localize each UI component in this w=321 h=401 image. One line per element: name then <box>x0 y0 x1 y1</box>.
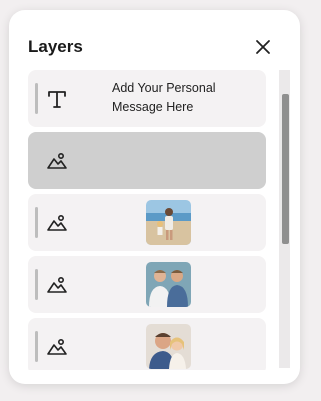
layer-row-image[interactable] <box>28 194 266 251</box>
text-icon <box>48 91 66 108</box>
father-daughter-photo-thumbnail <box>146 324 191 369</box>
layer-row-image-selected[interactable] <box>28 132 266 189</box>
layers-panel: Layers Add Your Personal Message Here <box>9 10 300 384</box>
layer-row-image[interactable] <box>28 256 266 313</box>
drag-handle[interactable] <box>35 331 38 362</box>
layer-label: Add Your Personal Message Here <box>112 81 216 114</box>
drag-handle[interactable] <box>35 269 38 300</box>
scrollbar-thumb[interactable] <box>282 94 289 244</box>
image-icon <box>47 338 67 355</box>
image-icon <box>47 214 67 231</box>
layer-row-text[interactable]: Add Your Personal Message Here <box>28 70 266 127</box>
close-icon[interactable] <box>253 37 273 57</box>
image-icon <box>47 276 67 293</box>
image-icon <box>47 152 67 169</box>
layer-row-image[interactable] <box>28 318 266 370</box>
drag-handle[interactable] <box>35 83 38 114</box>
layers-list: Add Your Personal Message Here <box>28 70 266 370</box>
panel-title: Layers <box>28 37 83 56</box>
beach-photo-thumbnail <box>146 200 191 245</box>
two-men-photo-thumbnail <box>146 262 191 307</box>
drag-handle[interactable] <box>35 207 38 238</box>
